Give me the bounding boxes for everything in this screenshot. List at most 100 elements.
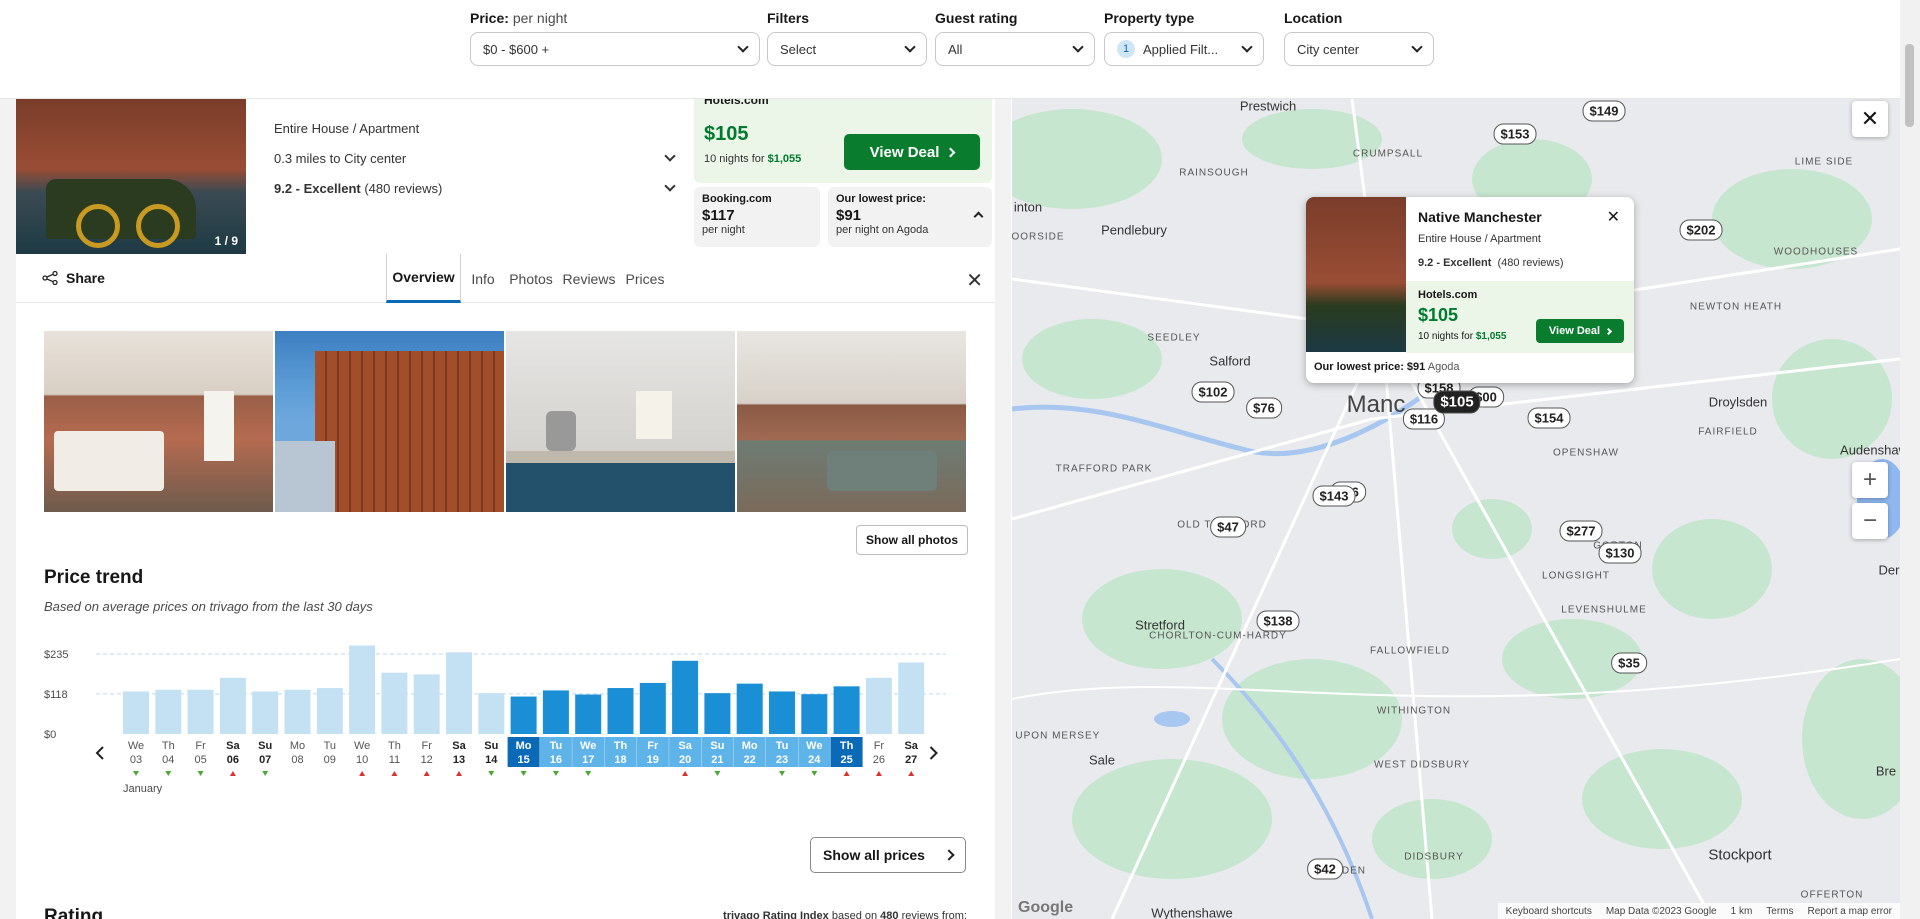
popup-rating: 9.2 - Excellent (480 reviews) xyxy=(1418,257,1564,269)
day-label: Tu xyxy=(776,740,789,752)
chevron-down-icon xyxy=(664,150,676,162)
price-filter-sublabel: per night xyxy=(512,10,568,26)
deal-box: Hotels.com $105 10 nights for $1,055 Vie… xyxy=(694,99,992,183)
show-all-photos-button[interactable]: Show all photos xyxy=(856,525,968,555)
map-label: OPENSHAW xyxy=(1553,447,1619,459)
google-logo: Google xyxy=(1018,899,1074,916)
chevron-left-icon[interactable] xyxy=(95,746,104,760)
tab-reviews[interactable]: Reviews xyxy=(561,254,617,303)
price-select[interactable]: $0 - $600 + xyxy=(470,32,760,66)
zoom-out-button[interactable]: − xyxy=(1852,503,1888,539)
chart-bar xyxy=(478,693,505,734)
price-pin[interactable]: $138 xyxy=(1256,610,1300,632)
price-pin[interactable]: $102 xyxy=(1191,381,1235,403)
chart-bar xyxy=(865,677,892,734)
price-pin[interactable]: $153 xyxy=(1493,123,1537,145)
show-all-prices-button[interactable]: Show all prices xyxy=(810,837,966,873)
day-label: Sa xyxy=(678,740,692,752)
price-pin[interactable]: $35 xyxy=(1611,652,1647,674)
property-type-select[interactable]: 1 Applied Filt... xyxy=(1104,32,1264,66)
guest-rating-select[interactable]: All xyxy=(935,32,1095,66)
chart-bar xyxy=(510,696,537,734)
price-pin[interactable]: $76 xyxy=(1246,397,1282,419)
chart-bar xyxy=(219,677,246,734)
map-label: RAINSOUGH xyxy=(1179,167,1249,179)
price-pin[interactable]: $154 xyxy=(1527,407,1571,429)
trend-up-icon xyxy=(391,771,398,776)
popup-hotel-image xyxy=(1306,197,1406,352)
tab-photos[interactable]: Photos xyxy=(507,254,555,303)
chart-bar xyxy=(349,645,376,734)
close-icon[interactable]: ✕ xyxy=(966,268,983,293)
chevron-down-icon xyxy=(1411,41,1423,53)
date-label: 12 xyxy=(421,754,433,766)
day-label: Su xyxy=(484,740,498,752)
tab-info[interactable]: Info xyxy=(465,254,501,303)
chart-bar xyxy=(736,683,763,734)
day-label: Sa xyxy=(452,740,466,752)
zoom-in-button[interactable]: + xyxy=(1852,462,1888,498)
popup-view-deal-button[interactable]: View Deal xyxy=(1536,319,1624,343)
trend-down-icon xyxy=(520,771,527,776)
map-label: WOODHOUSES xyxy=(1773,246,1859,258)
date-label: 07 xyxy=(259,754,271,766)
gallery-photo[interactable] xyxy=(275,331,504,512)
day-label: Th xyxy=(840,740,854,752)
close-map-icon[interactable]: ✕ xyxy=(1852,101,1888,137)
scrollbar-thumb[interactable] xyxy=(1905,44,1914,127)
price-pin[interactable]: $42 xyxy=(1307,858,1343,880)
date-label: 09 xyxy=(324,754,336,766)
day-label: Fr xyxy=(422,740,433,752)
map-scale: 1 km xyxy=(1730,905,1753,917)
price-pin[interactable]: $143 xyxy=(1312,485,1356,507)
chevron-right-icon[interactable] xyxy=(929,746,938,760)
page-scrollbar[interactable] xyxy=(1900,0,1920,919)
location-select[interactable]: City center xyxy=(1284,32,1434,66)
distance-text: 0.3 miles to City center xyxy=(274,150,407,166)
report-map-error-link[interactable]: Report a map error xyxy=(1808,906,1892,917)
gallery-photo[interactable] xyxy=(44,331,273,512)
alt-deal-booking[interactable]: Booking.com $117 per night xyxy=(694,187,820,247)
gallery-photo[interactable] xyxy=(737,331,966,512)
map-label: Prestwich xyxy=(1239,99,1297,114)
price-pin[interactable]: $202 xyxy=(1679,219,1723,241)
view-deal-button[interactable]: View Deal xyxy=(844,134,980,170)
map-label: NEWTON HEATH xyxy=(1689,301,1783,313)
price-pin[interactable]: $47 xyxy=(1210,516,1246,538)
terms-link[interactable]: Terms xyxy=(1766,906,1793,917)
alt-deal-lowest[interactable]: Our lowest price: $91 per night on Agoda xyxy=(828,187,992,247)
date-label: 24 xyxy=(808,754,821,766)
day-label: Tu xyxy=(550,740,563,752)
keyboard-shortcuts-link[interactable]: Keyboard shortcuts xyxy=(1506,906,1592,917)
rating-row[interactable]: 9.2 - Excellent (480 reviews) xyxy=(274,173,676,203)
share-button[interactable]: Share xyxy=(42,270,105,286)
hotel-info: Entire House / Apartment 0.3 miles to Ci… xyxy=(274,113,676,203)
distance-row[interactable]: 0.3 miles to City center xyxy=(274,143,676,173)
map[interactable]: Prestwich Pendlebury Salford Droylsden A… xyxy=(1012,99,1900,919)
map-hotel-popup[interactable]: Native Manchester ✕ Entire House / Apart… xyxy=(1306,197,1634,383)
location-value: City center xyxy=(1297,41,1360,57)
tab-overview[interactable]: Overview xyxy=(386,254,461,303)
deal-provider: Hotels.com xyxy=(704,99,769,107)
price-filter-label: Price: xyxy=(470,10,509,26)
gallery-photo[interactable] xyxy=(506,331,735,512)
date-label: 16 xyxy=(550,754,562,766)
trend-up-icon xyxy=(875,771,882,776)
chart-bar xyxy=(704,693,731,734)
map-label: OFFERTON xyxy=(1800,889,1864,901)
date-label: 15 xyxy=(517,754,529,766)
selected-price-pin[interactable]: $105 xyxy=(1433,390,1481,414)
date-label: 04 xyxy=(162,754,174,766)
share-icon xyxy=(42,271,58,285)
hotel-thumbnail[interactable]: 1 / 9 xyxy=(16,99,246,254)
filters-label: Filters xyxy=(767,10,810,26)
map-label: Bre xyxy=(1875,763,1897,779)
price-pin[interactable]: $149 xyxy=(1582,100,1626,122)
price-pin[interactable]: $130 xyxy=(1598,542,1642,564)
filters-select[interactable]: Select xyxy=(767,32,927,66)
map-label: Audenshaw xyxy=(1840,442,1900,458)
tab-prices[interactable]: Prices xyxy=(623,254,667,303)
deal-nights: 10 nights for $1,055 xyxy=(704,153,802,165)
close-icon[interactable]: ✕ xyxy=(1607,207,1620,227)
price-pin[interactable]: $277 xyxy=(1559,520,1603,542)
